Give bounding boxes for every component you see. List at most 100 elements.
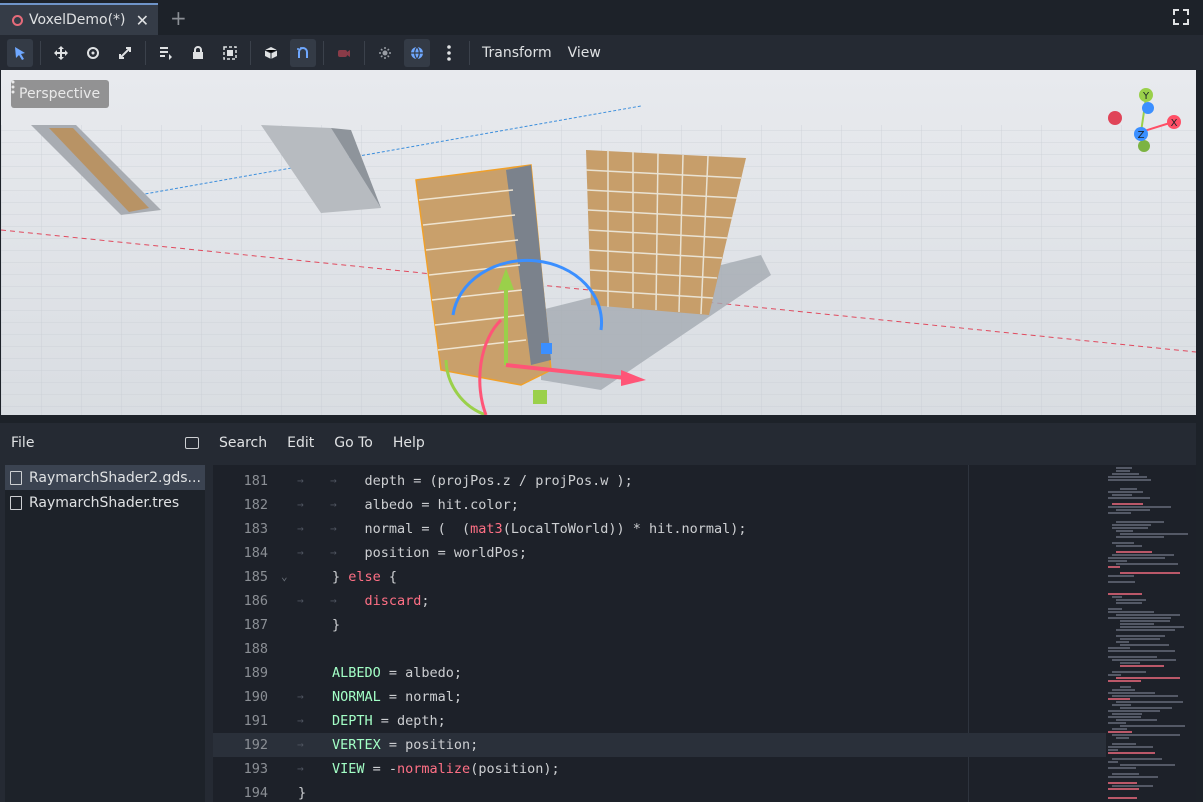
code-line[interactable]: 193 → VIEW = -normalize(position); — [213, 757, 1106, 781]
toolbar-separator — [40, 40, 41, 65]
move-mode-button[interactable] — [48, 39, 74, 67]
scene-tab-title: VoxelDemo(*) — [29, 12, 126, 28]
code-line[interactable]: 190 → NORMAL = normal; — [213, 685, 1106, 709]
help-menu[interactable]: Help — [383, 435, 435, 451]
close-tab-icon[interactable]: ✕ — [136, 11, 149, 30]
minimap-line — [1116, 737, 1129, 739]
code-text: NORMAL = normal; — [332, 689, 463, 705]
minimap-line — [1108, 512, 1131, 514]
code-editor[interactable]: 181 → → depth = (projPos.z / projPos.w ); 1… — [213, 465, 1106, 802]
minimap-line — [1108, 476, 1147, 478]
script-file-icon — [10, 470, 22, 485]
minimap-line — [1112, 659, 1176, 661]
code-line[interactable]: 192 → VERTEX = position; — [213, 733, 1106, 757]
minimap-line — [1116, 719, 1157, 721]
list-select-button[interactable] — [153, 39, 179, 67]
toolbar-separator — [469, 40, 470, 65]
script-menu-bar: Search Edit Go To Help — [209, 423, 435, 463]
minimap-line — [1108, 557, 1165, 559]
snap-icon — [297, 46, 308, 58]
scale-mode-button[interactable] — [112, 39, 138, 67]
minimap-line — [1112, 728, 1127, 730]
viewport-toolbar: Transform View — [0, 35, 1203, 70]
minimap-line — [1116, 467, 1132, 469]
sun-preview-button[interactable] — [372, 39, 398, 67]
search-menu[interactable]: Search — [209, 435, 277, 451]
toolbar-separator — [323, 40, 324, 65]
minimap-line — [1120, 638, 1160, 640]
view-menu[interactable]: View — [560, 45, 609, 61]
sun-icon — [379, 46, 391, 59]
code-line[interactable]: 183 → → normal = ( (mat3(LocalToWorld)) * … — [213, 517, 1106, 541]
code-line[interactable]: 184 → → position = worldPos; — [213, 541, 1106, 565]
code-line[interactable]: 181 → → depth = (projPos.z / projPos.w ); — [213, 469, 1106, 493]
cube-icon — [264, 46, 278, 59]
minimap-line — [1112, 527, 1148, 529]
code-text: discard; — [364, 593, 430, 609]
code-line[interactable]: 189 ALBEDO = albedo; — [213, 661, 1106, 685]
minimap-line — [1108, 797, 1137, 799]
more-options-button[interactable] — [436, 39, 462, 67]
transform-menu[interactable]: Transform — [474, 45, 560, 61]
minimap-line — [1120, 620, 1170, 622]
code-text: VERTEX = position; — [332, 737, 479, 753]
list-item[interactable]: RaymarchShader.tres — [5, 490, 205, 515]
minimap-line — [1116, 470, 1130, 472]
minimap-line — [1120, 488, 1137, 490]
code-line[interactable]: 186 → → discard; — [213, 589, 1106, 613]
minimap-line — [1120, 665, 1164, 667]
code-text: } — [298, 785, 307, 801]
toolbar-separator — [364, 40, 365, 65]
minimap-line — [1108, 581, 1135, 583]
minimap-line — [1112, 524, 1151, 526]
code-text: normal = ( (mat3(LocalToWorld)) * hit.no… — [332, 521, 747, 537]
edit-menu[interactable]: Edit — [277, 435, 324, 451]
code-line[interactable]: 194} — [213, 781, 1106, 802]
code-line[interactable]: 182 → → albedo = hit.color; — [213, 493, 1106, 517]
minimap-line — [1108, 656, 1157, 658]
code-line[interactable]: 187} — [213, 613, 1106, 637]
minimap-line — [1116, 521, 1164, 523]
minimap-line — [1108, 731, 1132, 733]
file-menu[interactable]: File — [11, 435, 34, 451]
rotate-mode-button[interactable] — [80, 39, 106, 67]
code-line[interactable]: 188 — [213, 637, 1106, 661]
snap-button[interactable] — [290, 38, 316, 67]
select-mode-button[interactable] — [7, 38, 33, 67]
fullscreen-icon[interactable] — [1173, 9, 1189, 25]
tab-indent-marker: → — [297, 762, 304, 775]
minimap-line — [1108, 506, 1171, 508]
minimap-line — [1116, 536, 1164, 538]
minimap-line — [1112, 689, 1135, 691]
lock-button[interactable] — [185, 39, 211, 67]
minimap-line — [1116, 701, 1183, 703]
editor-scrollbar[interactable] — [1190, 465, 1196, 802]
local-space-button[interactable] — [258, 39, 284, 67]
minimap-line — [1116, 545, 1142, 547]
minimap-line — [1112, 713, 1142, 715]
group-button[interactable] — [217, 39, 243, 67]
minimap-line — [1108, 680, 1141, 682]
code-line[interactable]: 191 → DEPTH = depth; — [213, 709, 1106, 733]
scene-tab[interactable]: VoxelDemo(*) ✕ — [0, 3, 158, 35]
list-item[interactable]: RaymarchShader2.gds... — [5, 465, 205, 490]
camera-icon — [338, 49, 350, 57]
minimap-line — [1112, 704, 1131, 706]
panel-splitter[interactable] — [0, 415, 1203, 423]
toggle-scripts-panel-icon[interactable] — [185, 437, 199, 449]
minimap-line — [1108, 698, 1130, 700]
goto-menu[interactable]: Go To — [324, 435, 383, 451]
3d-viewport[interactable]: Y X Z Perspective — [1, 70, 1196, 415]
code-text: VIEW = -normalize(position); — [332, 761, 560, 777]
minimap-line — [1108, 608, 1122, 610]
minimap-line — [1108, 617, 1171, 619]
perspective-menu-button[interactable]: Perspective — [11, 80, 110, 108]
environment-preview-button[interactable] — [404, 38, 430, 67]
minimap-line — [1108, 710, 1160, 712]
code-minimap[interactable] — [1106, 465, 1190, 802]
code-line[interactable]: 185 ⌄} else { — [213, 565, 1106, 589]
add-tab-button[interactable]: + — [170, 6, 187, 30]
fold-chevron-icon[interactable]: ⌄ — [281, 565, 288, 589]
file-name: RaymarchShader2.gds... — [29, 469, 201, 486]
preview-camera-button[interactable] — [331, 39, 357, 67]
